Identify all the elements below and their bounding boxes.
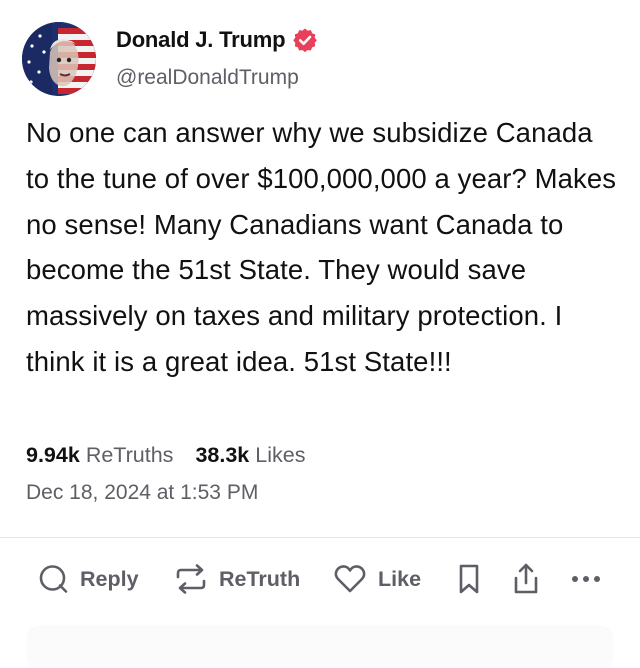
reply-icon [36,562,70,596]
avatar[interactable] [22,22,96,96]
bookmark-button[interactable] [455,562,483,596]
retruths-count: 9.94k [26,443,80,467]
avatar-image [22,22,96,96]
post-timestamp: Dec 18, 2024 at 1:53 PM [26,481,259,504]
retruth-icon [173,562,209,596]
bookmark-icon [455,562,483,596]
share-button[interactable] [510,562,542,596]
likes-stat[interactable]: 38.3k Likes [195,443,305,468]
author-handle[interactable]: @realDonaldTrump [116,66,299,90]
retruth-label: ReTruth [219,566,301,591]
like-label: Like [378,566,422,591]
divider [0,537,640,538]
verified-badge-icon [292,27,318,53]
likes-count: 38.3k [195,443,250,467]
retruth-button[interactable]: ReTruth [173,562,300,596]
next-post-card [28,628,612,668]
share-icon [510,562,542,596]
retruths-stat[interactable]: 9.94k ReTruths [26,443,173,468]
author-name-row: Donald J. Trump [116,27,318,53]
more-options-button[interactable] [569,562,605,596]
more-icon [569,562,605,596]
author-display-name[interactable]: Donald J. Trump [116,27,286,53]
like-icon [332,562,368,596]
author-header: Donald J. Trump @realDonaldTrump [22,20,622,96]
likes-label: Likes [255,443,306,467]
action-bar: Reply ReTruth Like [0,554,640,604]
retruths-label: ReTruths [85,443,174,467]
post-body-text: No one can answer why we subsidize Canad… [26,117,617,377]
post-card: Donald J. Trump @realDonaldTrump No one … [0,0,640,668]
reply-button[interactable]: Reply [36,562,139,596]
post-stats: 9.94k ReTruths 38.3k Likes [26,443,305,468]
like-button[interactable]: Like [332,562,421,596]
reply-label: Reply [80,566,139,591]
